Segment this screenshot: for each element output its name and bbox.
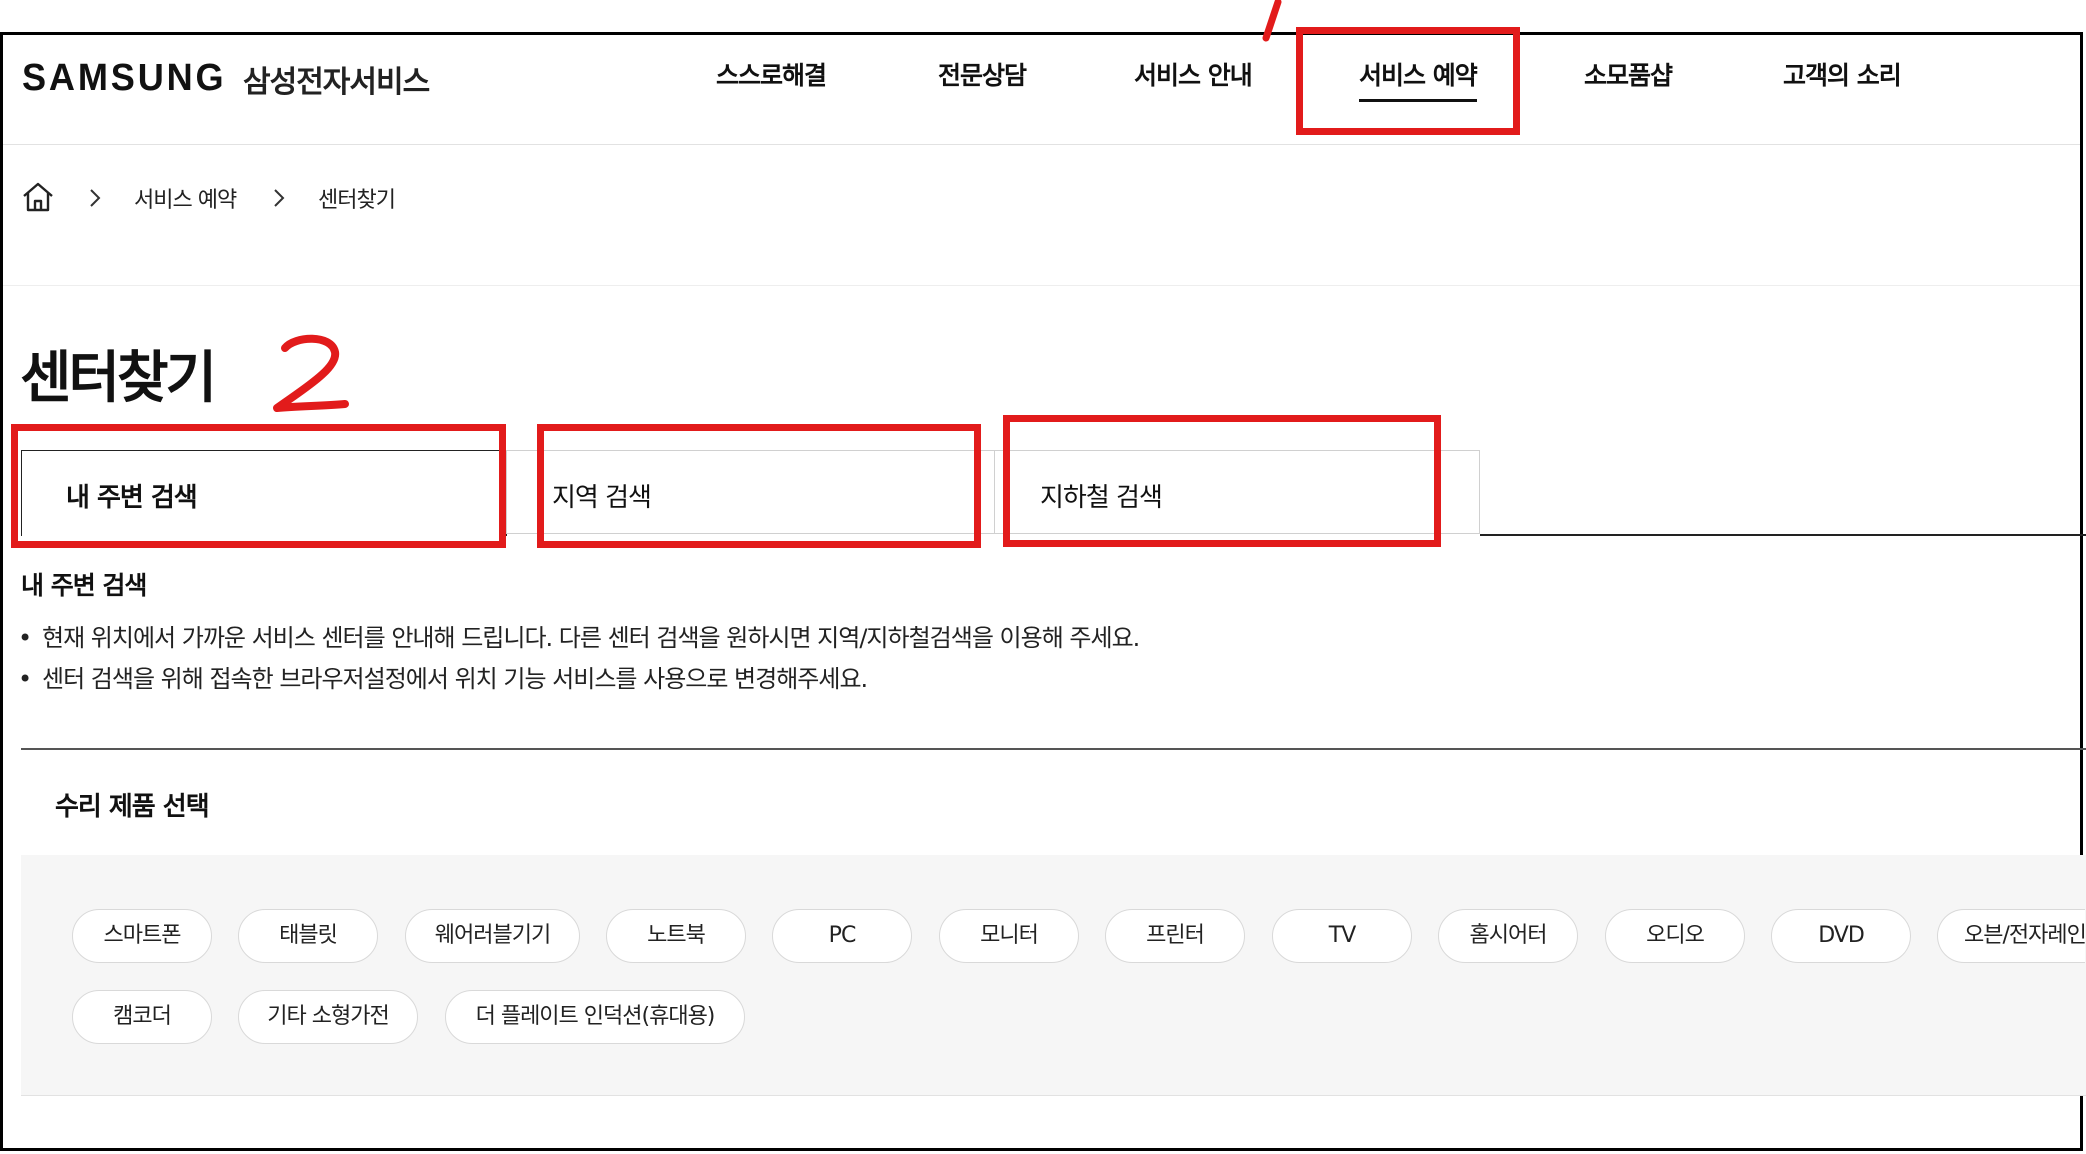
info-bullet: • 센터 검색을 위해 접속한 브라우저설정에서 위치 기능 서비스를 사용으로 … bbox=[18, 659, 868, 694]
product-chip-audio[interactable]: 오디오 bbox=[1605, 909, 1745, 963]
product-chip-plate-induction[interactable]: 더 플레이트 인덕션(휴대용) bbox=[445, 990, 745, 1044]
samsung-logo[interactable]: SAMSUNG bbox=[22, 57, 226, 100]
product-chip-other-small-appliance[interactable]: 기타 소형가전 bbox=[238, 990, 418, 1044]
breadcrumb-item-current: 센터찾기 bbox=[318, 188, 396, 213]
product-chip-smartphone[interactable]: 스마트폰 bbox=[72, 909, 212, 963]
info-bullet: • 현재 위치에서 가까운 서비스 센터를 안내해 드립니다. 다른 센터 검색을… bbox=[18, 618, 1140, 653]
product-chip-tablet[interactable]: 태블릿 bbox=[238, 909, 378, 963]
service-brand-name[interactable]: 삼성전자서비스 bbox=[243, 57, 430, 101]
chevron-right-icon bbox=[274, 189, 285, 207]
breadcrumb bbox=[3, 145, 2080, 286]
info-bullet-text: 센터 검색을 위해 접속한 브라우저설정에서 위치 기능 서비스를 사용으로 변… bbox=[42, 665, 868, 693]
nav-expert-consult[interactable]: 전문상담 bbox=[938, 56, 1027, 92]
product-chip-oven-microwave[interactable]: 오븐/전자레인지 bbox=[1937, 909, 2085, 963]
product-chip-tv[interactable]: TV bbox=[1272, 909, 1412, 963]
product-select-heading: 수리 제품 선택 bbox=[55, 792, 210, 822]
tab-label: 내 주변 검색 bbox=[66, 483, 198, 513]
nav-self-solve[interactable]: 스스로해결 bbox=[716, 56, 827, 92]
site-header: SAMSUNG 삼성전자서비스 스스로해결 전문상담 서비스 안내 서비스 예약… bbox=[3, 35, 2080, 145]
nav-consumables-shop[interactable]: 소모품샵 bbox=[1584, 56, 1673, 92]
page-title: 센터찾기 bbox=[20, 346, 217, 411]
chevron-right-icon bbox=[90, 189, 101, 207]
product-chip-panel bbox=[21, 855, 2086, 1096]
product-chip-pc[interactable]: PC bbox=[772, 909, 912, 963]
product-chip-camcorder[interactable]: 캠코더 bbox=[72, 990, 212, 1044]
home-icon[interactable] bbox=[21, 180, 55, 214]
tab-label: 지역 검색 bbox=[552, 483, 652, 513]
tab-nearby-search[interactable]: 내 주변 검색 bbox=[21, 450, 507, 536]
nav-service-guide[interactable]: 서비스 안내 bbox=[1134, 56, 1253, 92]
section-heading: 내 주변 검색 bbox=[21, 571, 147, 600]
bullet-marker: • bbox=[18, 624, 32, 652]
tab-region-search[interactable]: 지역 검색 bbox=[506, 450, 995, 534]
nav-customer-voice[interactable]: 고객의 소리 bbox=[1783, 56, 1902, 92]
product-chip-wearable[interactable]: 웨어러블기기 bbox=[405, 909, 580, 963]
section-divider bbox=[21, 748, 2086, 750]
product-chip-printer[interactable]: 프린터 bbox=[1105, 909, 1245, 963]
product-chip-dvd[interactable]: DVD bbox=[1771, 909, 1911, 963]
product-chip-notebook[interactable]: 노트북 bbox=[606, 909, 746, 963]
tab-label: 지하철 검색 bbox=[1040, 483, 1163, 513]
product-chip-monitor[interactable]: 모니터 bbox=[939, 909, 1079, 963]
bullet-marker: • bbox=[18, 665, 32, 693]
product-chip-home-theater[interactable]: 홈시어터 bbox=[1438, 909, 1578, 963]
nav-service-reservation[interactable]: 서비스 예약 bbox=[1359, 56, 1478, 102]
tab-subway-search[interactable]: 지하철 검색 bbox=[994, 450, 1480, 534]
tabs-underline bbox=[1480, 534, 2086, 536]
breadcrumb-item-reservation[interactable]: 서비스 예약 bbox=[134, 182, 237, 214]
info-bullet-text: 현재 위치에서 가까운 서비스 센터를 안내해 드립니다. 다른 센터 검색을 … bbox=[42, 624, 1140, 652]
